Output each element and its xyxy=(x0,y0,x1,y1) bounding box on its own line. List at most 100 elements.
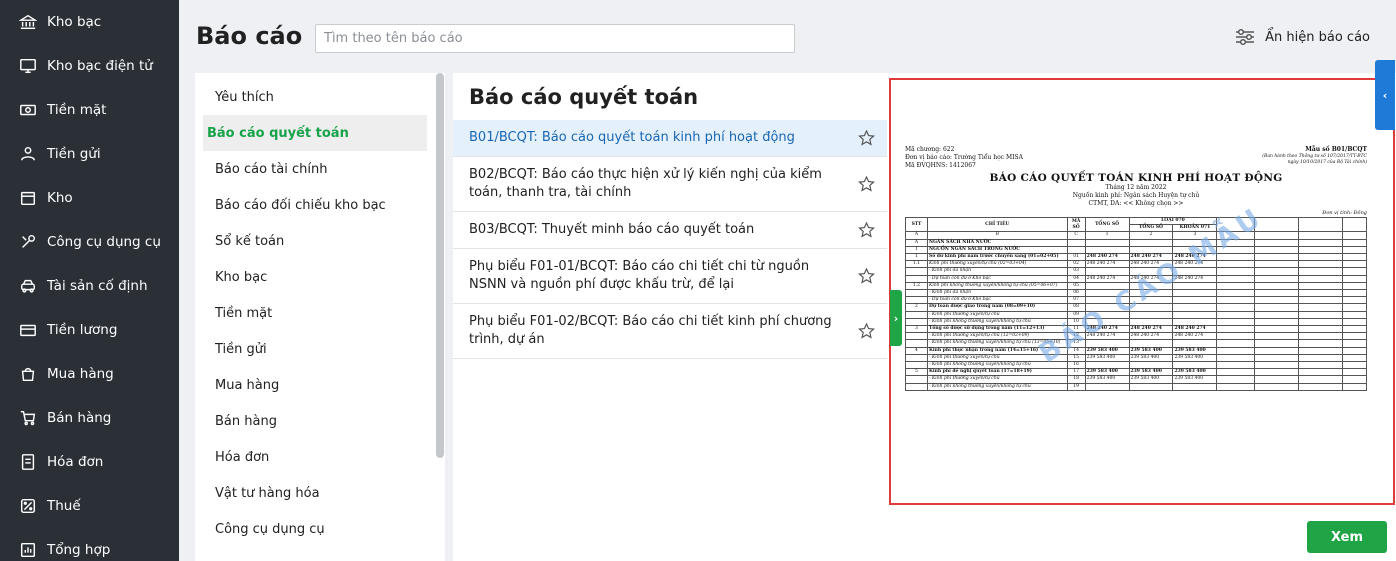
invoice-icon xyxy=(18,452,38,472)
view-button[interactable]: Xem xyxy=(1307,521,1387,553)
th-chi-tieu: CHỈ TIÊU xyxy=(926,216,1068,233)
doc-table-cell: Tổng số được sử dụng trong năm (11=12+13… xyxy=(926,325,1068,334)
favorite-star-icon[interactable] xyxy=(858,221,875,239)
category-item[interactable]: Mua hàng xyxy=(203,367,437,403)
category-item[interactable]: Báo cáo quyết toán xyxy=(203,115,427,151)
doc-left-line: Mã ĐVQHNS: 1412067 xyxy=(905,162,976,169)
doc-table-cell: 1 xyxy=(905,253,928,262)
sidebar-item[interactable]: Tiền lương xyxy=(0,308,179,352)
doc-table-cell xyxy=(1216,281,1256,291)
sidebar-item[interactable]: Tiền mặt xyxy=(0,88,179,132)
sidebar: Kho bạc Kho bạc điện tử Tiền mặt Tiền gửi Kh… xyxy=(0,0,179,561)
doc-table-cell xyxy=(1254,375,1300,384)
doc-table-row: A NGÂN SÁCH NHÀ NƯỚC xyxy=(905,238,1367,247)
doc-table-cell xyxy=(1084,238,1130,247)
category-item[interactable]: Tiền gửi xyxy=(203,331,437,367)
doc-table-cell xyxy=(1298,267,1344,276)
favorite-star-icon[interactable] xyxy=(858,267,875,285)
th-loai: LOẠI 070 xyxy=(1128,216,1218,226)
toggle-reports-label: Ẩn hiện báo cáo xyxy=(1265,29,1370,45)
doc-table-row: - Kinh phí thường xuyên/tự chủ 18 239 583 … xyxy=(905,375,1367,384)
category-item[interactable]: Kho bạc xyxy=(203,259,437,295)
category-item[interactable]: Sổ kế toán xyxy=(203,223,437,259)
doc-table-row: - Kinh phí thường xuyên/tự chủ (12=02+09… xyxy=(905,332,1367,341)
favorite-star-icon[interactable] xyxy=(858,129,875,147)
doc-table-cell xyxy=(1172,303,1218,312)
search-input[interactable] xyxy=(315,24,795,53)
doc-table-cell xyxy=(1298,361,1344,370)
category-item[interactable]: Vật tư hàng hóa xyxy=(203,475,437,511)
report-item[interactable]: Phụ biểu F01-02/BCQT: Báo cáo chi tiết k… xyxy=(453,304,887,359)
doc-table-cell xyxy=(1066,238,1086,247)
category-panel: Yêu thích Báo cáo quyết toán Báo cáo tài c… xyxy=(195,73,445,561)
doc-table-cell xyxy=(1342,238,1367,247)
doc-table-row: 1 Số dư kinh phí năm trước chuyển sang (0… xyxy=(905,253,1367,262)
th-tong-so-sub: TỔNG SỐ xyxy=(1128,224,1174,233)
doc-table-cell xyxy=(1254,231,1300,240)
doc-table-cell xyxy=(1216,296,1256,305)
doc-table-cell: 16 xyxy=(1066,361,1086,370)
doc-table-cell xyxy=(1128,238,1174,247)
category-item[interactable]: Tiền mặt xyxy=(203,295,437,331)
tax-icon xyxy=(18,496,38,516)
doc-table-cell: 239 583 400 xyxy=(1172,346,1218,355)
sidebar-item[interactable]: Tiền gửi xyxy=(0,132,179,176)
doc-table-cell xyxy=(1342,346,1367,355)
sidebar-item[interactable]: Công cụ dụng cụ xyxy=(0,220,179,264)
category-scrollbar[interactable] xyxy=(436,73,444,458)
report-item[interactable]: Phụ biểu F01-01/BCQT: Báo cáo chi tiết c… xyxy=(453,249,887,304)
doc-table-cell: 2 xyxy=(1128,231,1174,240)
doc-table-cell xyxy=(1254,260,1300,269)
report-item[interactable]: B03/BCQT: Thuyết minh báo cáo quyết toán xyxy=(453,212,887,249)
doc-table-cell xyxy=(1298,274,1344,283)
sidebar-item[interactable]: Bán hàng xyxy=(0,396,179,440)
doc-table-cell: 248 240 274 xyxy=(1128,332,1174,341)
toggle-reports-button[interactable]: Ẩn hiện báo cáo xyxy=(1235,28,1370,46)
doc-table-cell xyxy=(1298,332,1344,341)
page-title: Báo cáo xyxy=(196,22,303,50)
report-item[interactable]: B01/BCQT: Báo cáo quyết toán kinh phí ho… xyxy=(453,120,887,157)
collapse-list-button[interactable]: › xyxy=(890,290,902,346)
sidebar-item[interactable]: Mua hàng xyxy=(0,352,179,396)
doc-table-cell xyxy=(1254,253,1300,262)
doc-table-cell xyxy=(1216,368,1256,377)
doc-table-cell xyxy=(1342,296,1367,305)
expand-panel-button[interactable]: ‹ xyxy=(1375,60,1395,130)
doc-table-row: - Kinh phí thường xuyên/tự chủ 15 239 583 … xyxy=(905,353,1367,363)
doc-table-cell xyxy=(905,310,928,319)
doc-table-cell xyxy=(905,296,928,305)
doc-table-cell: 4 xyxy=(905,346,928,355)
doc-table-cell xyxy=(1298,238,1344,247)
report-item-label: Phụ biểu F01-01/BCQT: Báo cáo chi tiết c… xyxy=(469,259,810,292)
sidebar-item-label: Tiền gửi xyxy=(47,146,101,162)
sidebar-item[interactable]: Kho bạc điện tử xyxy=(0,44,179,88)
favorite-star-icon[interactable] xyxy=(858,175,875,193)
doc-unit: Đơn vị tính: Đồng xyxy=(1322,210,1367,216)
favorite-star-icon[interactable] xyxy=(858,322,875,340)
doc-table-cell: 248 240 274 xyxy=(1084,274,1130,283)
doc-table-cell: B xyxy=(926,231,1068,240)
doc-table-cell xyxy=(1172,382,1218,391)
report-list-panel: Báo cáo quyết toán B01/BCQT: Báo cáo quy… xyxy=(453,73,887,561)
sidebar-item[interactable]: Kho xyxy=(0,176,179,220)
sidebar-item[interactable]: Kho bạc xyxy=(0,0,179,44)
sidebar-item[interactable]: Tài sản cố định xyxy=(0,264,179,308)
category-item[interactable]: Bán hàng xyxy=(203,403,437,439)
report-item[interactable]: B02/BCQT: Báo cáo thực hiện xử lý kiến n… xyxy=(453,157,887,212)
doc-table-cell: 05 xyxy=(1066,281,1086,291)
category-item[interactable]: Báo cáo tài chính xyxy=(203,151,437,187)
category-item[interactable]: Báo cáo đối chiếu kho bạc xyxy=(203,187,437,223)
category-item[interactable]: Hóa đơn xyxy=(203,439,437,475)
doc-table-cell: 239 583 400 xyxy=(1172,353,1218,363)
category-item[interactable]: Yêu thích xyxy=(203,79,437,115)
doc-table-cell xyxy=(1298,303,1344,312)
doc-table-cell xyxy=(1128,317,1174,327)
sidebar-item-label: Kho xyxy=(47,190,73,206)
bank-icon xyxy=(18,12,38,32)
category-item[interactable]: Công cụ dụng cụ xyxy=(203,511,437,547)
sidebar-item[interactable]: Thuế xyxy=(0,484,179,528)
doc-table-cell xyxy=(1342,289,1367,298)
doc-table-cell: - Kinh phí không thường xuyên/không tự c… xyxy=(926,317,1068,327)
sidebar-item[interactable]: Tổng hợp xyxy=(0,528,179,561)
sidebar-item[interactable]: Hóa đơn xyxy=(0,440,179,484)
